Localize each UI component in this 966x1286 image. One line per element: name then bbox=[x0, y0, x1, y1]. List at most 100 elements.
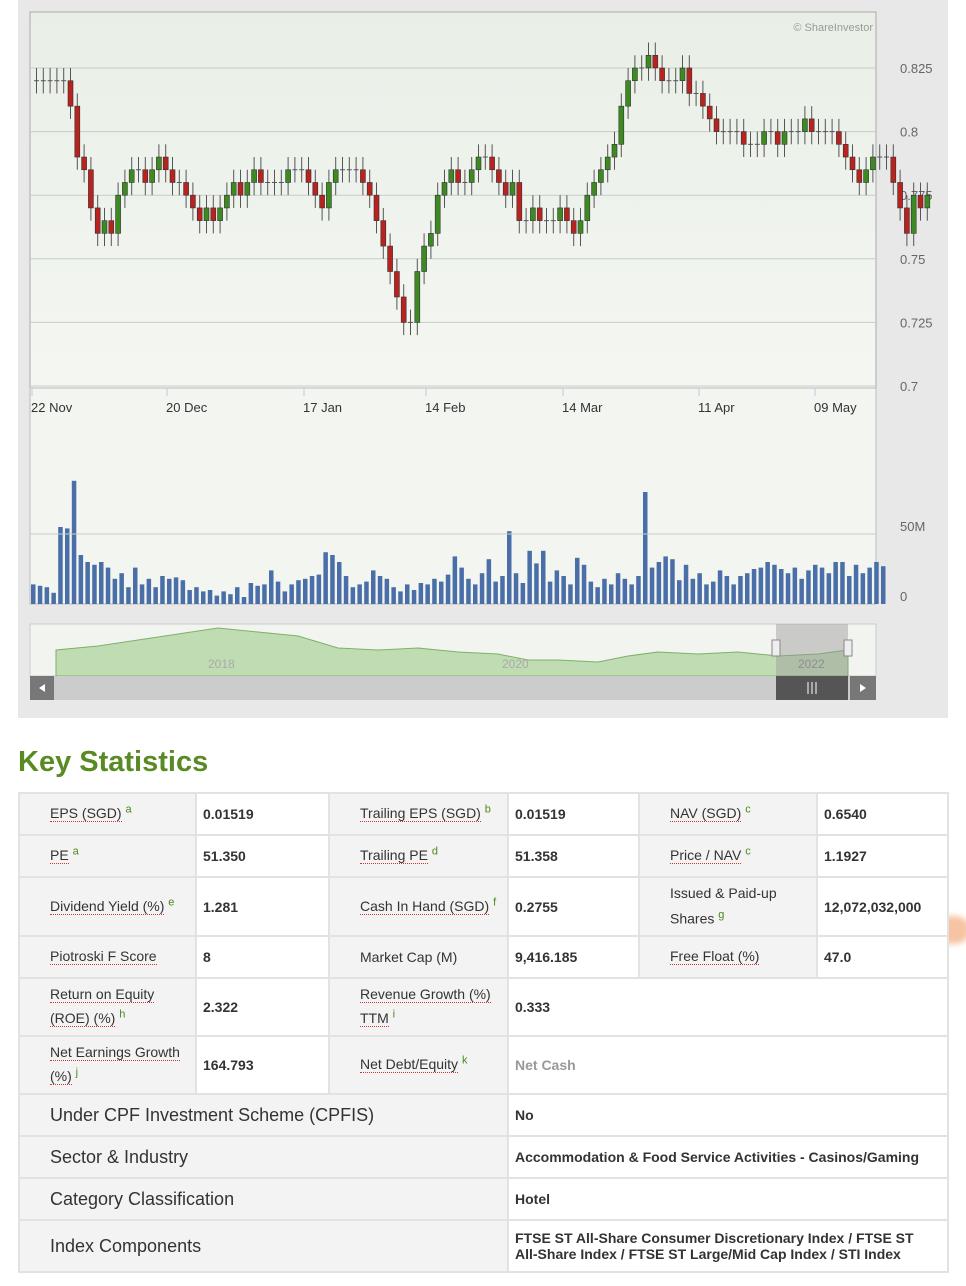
candle-body bbox=[870, 156, 876, 171]
volume-bar bbox=[316, 574, 322, 604]
navigator[interactable]: 2018 2020 2022 bbox=[29, 623, 877, 677]
piotroski-label[interactable]: Piotroski F Score bbox=[50, 948, 157, 966]
candle-body bbox=[122, 182, 128, 196]
volume-bar bbox=[704, 584, 709, 604]
candle-body bbox=[196, 207, 203, 221]
candle-body bbox=[604, 156, 611, 171]
volume-bar bbox=[241, 597, 247, 604]
candle-body bbox=[897, 182, 903, 209]
candle-body bbox=[570, 220, 577, 234]
navigator-right-handle[interactable] bbox=[843, 639, 853, 657]
volume-bar bbox=[337, 562, 342, 604]
pe-label[interactable]: PE bbox=[50, 847, 69, 865]
scrollbar-track[interactable] bbox=[30, 676, 876, 700]
trailing-eps-value: 0.01519 bbox=[507, 792, 640, 836]
volume-bar bbox=[527, 550, 532, 604]
volume-bar bbox=[466, 578, 471, 604]
candle-body bbox=[713, 118, 720, 132]
candle-body bbox=[774, 131, 781, 145]
volume-bar bbox=[813, 564, 818, 604]
roe-label[interactable]: Return on Equity (ROE) (%) bbox=[50, 986, 155, 1028]
volume-bar bbox=[85, 562, 90, 604]
candle-body bbox=[319, 194, 325, 209]
volume-bar bbox=[371, 570, 376, 604]
free-float-label[interactable]: Free Float (%) bbox=[670, 948, 760, 966]
volume-bar bbox=[228, 594, 233, 604]
volume-bar bbox=[411, 590, 417, 604]
volume-bar bbox=[758, 567, 764, 604]
price-nav-value: 1.1927 bbox=[816, 834, 949, 878]
market-cap-value: 9,416.185 bbox=[507, 935, 640, 980]
category-label: Category Classification bbox=[18, 1177, 509, 1222]
y-tick-label: 0.8 bbox=[900, 125, 918, 140]
candle-body bbox=[360, 169, 366, 183]
nav-label[interactable]: NAV (SGD) bbox=[670, 805, 742, 823]
candle-body bbox=[128, 169, 135, 183]
volume-bar bbox=[513, 573, 519, 604]
table-row: Net Earnings Growth (%) j 164.793 Net Deb… bbox=[18, 1035, 949, 1096]
free-float-value: 47.0 bbox=[816, 935, 949, 980]
candle-body bbox=[210, 207, 217, 221]
navigator-left-handle[interactable] bbox=[771, 639, 781, 657]
volume-bar bbox=[126, 587, 131, 604]
x-tick-label: 09 May bbox=[814, 400, 857, 415]
volume-bar bbox=[160, 576, 165, 604]
table-row: PE a 51.350 Trailing PE d 51.358 Price / N… bbox=[18, 834, 949, 878]
candle-body bbox=[740, 131, 747, 145]
cash-in-hand-value: 0.2755 bbox=[507, 875, 640, 938]
volume-bar bbox=[330, 555, 335, 604]
volume-bar bbox=[323, 552, 328, 604]
candle-body bbox=[863, 169, 869, 183]
volume-bar bbox=[173, 577, 179, 604]
volume-bar bbox=[711, 581, 716, 604]
volume-bar bbox=[649, 567, 655, 604]
dividend-yield-label[interactable]: Dividend Yield (%) bbox=[50, 897, 165, 915]
volume-bar bbox=[180, 580, 186, 604]
volume-bar bbox=[262, 584, 267, 604]
volume-bar bbox=[520, 583, 526, 604]
volume-bar bbox=[731, 584, 736, 604]
volume-bar bbox=[255, 585, 260, 604]
revenue-growth-label[interactable]: Revenue Growth (%) TTM bbox=[360, 986, 491, 1028]
trailing-pe-label[interactable]: Trailing PE bbox=[360, 847, 428, 865]
candle-body bbox=[856, 169, 863, 183]
candle-body bbox=[686, 67, 693, 94]
eps-label[interactable]: EPS (SGD) bbox=[50, 805, 122, 823]
price-nav-label[interactable]: Price / NAV bbox=[670, 847, 742, 865]
volume-bar bbox=[391, 587, 396, 604]
candle-body bbox=[917, 194, 924, 209]
volume-bar bbox=[568, 584, 573, 604]
candle-body bbox=[380, 220, 387, 247]
volume-bar bbox=[751, 569, 757, 604]
piotroski-value: 8 bbox=[195, 935, 330, 980]
candle-body bbox=[88, 169, 94, 209]
volume-bar bbox=[663, 556, 668, 604]
cash-in-hand-label[interactable]: Cash In Hand (SGD) bbox=[360, 897, 490, 915]
volume-tick: 50M bbox=[900, 519, 925, 534]
net-earnings-growth-label[interactable]: Net Earnings Growth (%) bbox=[50, 1044, 180, 1086]
trailing-eps-label[interactable]: Trailing EPS (SGD) bbox=[360, 805, 481, 823]
candle-body bbox=[183, 182, 189, 196]
navigator-selection[interactable] bbox=[776, 624, 848, 676]
trailing-pe-value: 51.358 bbox=[507, 834, 640, 878]
net-debt-equity-label[interactable]: Net Debt/Equity bbox=[360, 1056, 459, 1074]
volume-bar bbox=[867, 567, 872, 604]
volume-bar bbox=[656, 562, 662, 604]
candle-body bbox=[67, 80, 74, 107]
candle-body bbox=[101, 220, 108, 234]
volume-bar bbox=[275, 581, 281, 604]
volume-bar bbox=[500, 576, 505, 604]
volume-bar bbox=[289, 584, 294, 604]
volume-bar bbox=[874, 562, 879, 604]
candle-body bbox=[305, 169, 312, 183]
y-tick-label: 0.7 bbox=[900, 379, 918, 394]
candle-body bbox=[890, 156, 897, 183]
candle-body bbox=[659, 67, 665, 82]
candle-body bbox=[564, 207, 570, 221]
x-tick-label: 17 Jan bbox=[303, 400, 342, 415]
candle-body bbox=[74, 105, 81, 158]
volume-bar bbox=[602, 578, 607, 604]
net-earnings-growth-value: 164.793 bbox=[195, 1035, 330, 1096]
key-statistics-table: EPS (SGD) a 0.01519 Trailing EPS (SGD) b0… bbox=[18, 792, 949, 1274]
nav-value: 0.6540 bbox=[816, 792, 949, 836]
